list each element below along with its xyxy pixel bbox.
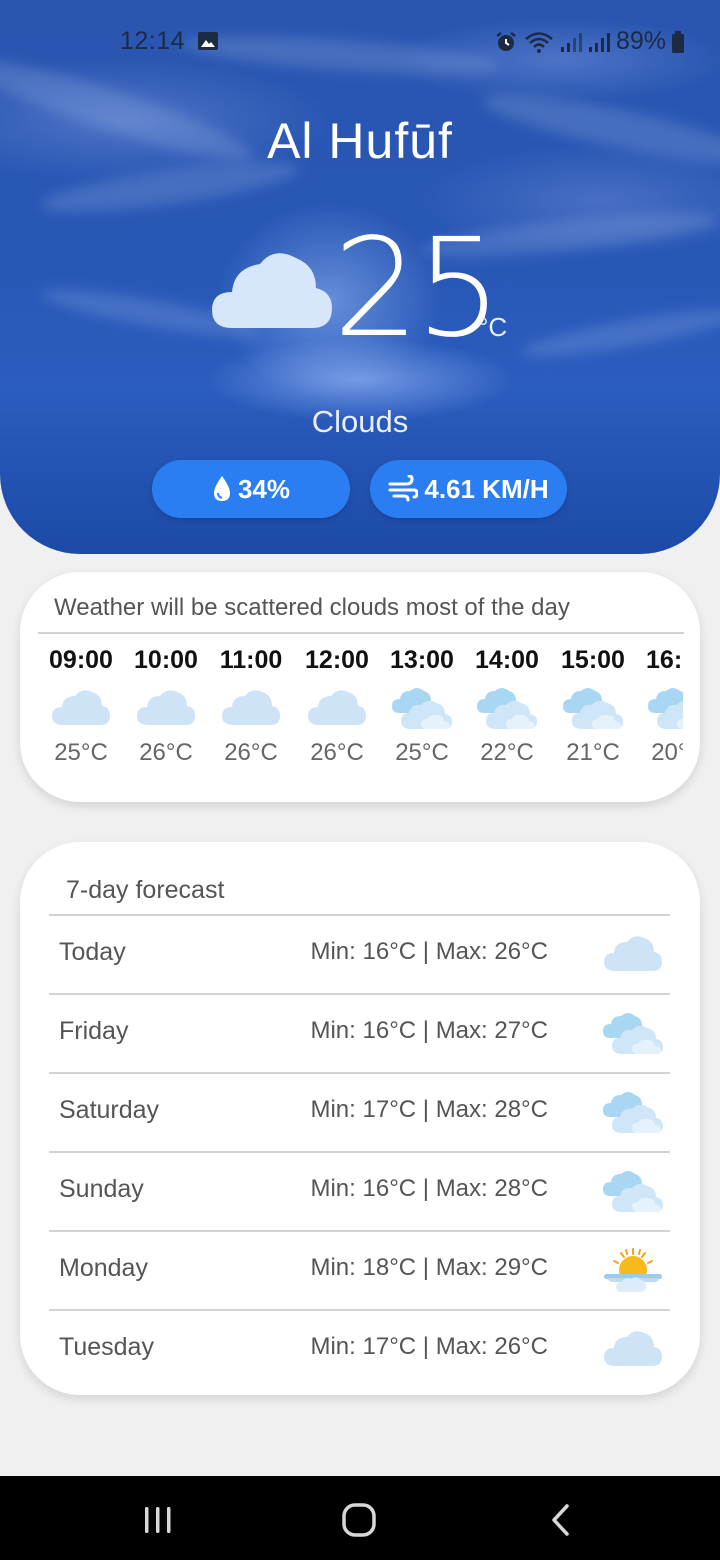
status-bar: 12:14 89%	[0, 24, 720, 60]
hour-item: 12:00 26°C	[294, 646, 380, 767]
forecast-min-max: Min: 16°C | Max: 26°C	[310, 938, 548, 965]
scattered-clouds-icon	[602, 1088, 664, 1136]
weather-condition: Clouds	[311, 404, 409, 439]
scattered-clouds-icon	[476, 685, 538, 731]
alarm-icon	[496, 31, 516, 51]
hour-temp: 25°C	[395, 739, 449, 766]
forecast-title: 7-day forecast	[66, 876, 225, 904]
temperature-unit: °C	[478, 312, 508, 342]
battery-percent: 89%	[615, 27, 666, 55]
cloud-icon	[306, 685, 368, 731]
seven-day-forecast-card: 7-day forecast Today Min: 16°C | Max: 26…	[20, 842, 700, 1395]
hour-item: 09:00 25°C	[38, 646, 124, 767]
signal-icon	[588, 32, 610, 52]
home-button[interactable]	[337, 1502, 381, 1538]
cloud-icon	[135, 685, 197, 731]
hour-temp: 26°C	[310, 739, 364, 766]
cloud-icon	[602, 1325, 664, 1373]
forecast-day: Today	[59, 938, 126, 966]
hour-temp: 20°C	[651, 739, 683, 766]
status-time: 12:14	[120, 27, 186, 55]
city-name: Al Hufūf	[267, 113, 453, 169]
forecast-row-saturday[interactable]: Saturday Min: 17°C | Max: 28°C	[49, 1072, 670, 1151]
forecast-day: Friday	[59, 1017, 129, 1045]
hour-temp: 21°C	[566, 739, 620, 766]
forecast-row-sunday[interactable]: Sunday Min: 16°C | Max: 28°C	[49, 1151, 670, 1230]
forecast-min-max: Min: 17°C | Max: 26°C	[310, 1333, 548, 1360]
cloud-icon	[50, 685, 112, 731]
scattered-clouds-icon	[562, 685, 624, 731]
forecast-min-max: Min: 16°C | Max: 28°C	[310, 1175, 548, 1202]
scattered-clouds-icon	[602, 1167, 664, 1215]
forecast-day: Saturday	[59, 1096, 160, 1124]
hour-item: 13:00 25°C	[379, 646, 465, 767]
forecast-list: Today Min: 16°C | Max: 26°C Friday Min: …	[49, 914, 670, 1388]
scattered-clouds-icon	[602, 1009, 664, 1057]
humidity-value: 34%	[237, 473, 291, 504]
hour-temp: 26°C	[224, 739, 278, 766]
hour-temp: 25°C	[54, 739, 108, 766]
hour-item: 14:00 22°C	[464, 646, 550, 767]
system-navigation-bar	[0, 1476, 720, 1560]
forecast-day: Tuesday	[59, 1333, 154, 1361]
forecast-row-monday[interactable]: Monday Min: 18°C | Max: 29°C	[49, 1230, 670, 1309]
current-temperature: 25	[333, 210, 502, 368]
hour-time: 11:00	[219, 646, 283, 674]
wind-icon	[388, 475, 419, 502]
hour-time: 14:00	[475, 646, 539, 674]
hourly-scroll-strip[interactable]: 09:00 25°C 10:00 26°C 11:00 26°C 12:00 2…	[38, 646, 683, 776]
forecast-row-today[interactable]: Today Min: 16°C | Max: 26°C	[49, 914, 670, 993]
scattered-clouds-icon	[391, 685, 453, 731]
wifi-icon	[525, 31, 553, 53]
hourly-forecast-card: Weather will be scattered clouds most of…	[20, 572, 700, 802]
forecast-day: Sunday	[59, 1175, 144, 1203]
current-weather-header: 12:14 89% Al Hufūf 25 °C Clouds 34% 4.61…	[0, 0, 720, 554]
cloud-icon	[602, 930, 664, 978]
image-icon	[198, 32, 218, 50]
cloud-icon	[220, 685, 282, 731]
wind-pill: 4.61 KM/H	[370, 460, 567, 518]
humidity-pill: 34%	[152, 460, 350, 518]
sun-cloud-icon	[602, 1246, 664, 1294]
forecast-day: Monday	[59, 1254, 148, 1282]
hour-item: 11:00 26°C	[208, 646, 294, 767]
cloud-icon	[212, 253, 332, 328]
forecast-min-max: Min: 17°C | Max: 28°C	[310, 1096, 548, 1123]
forecast-min-max: Min: 16°C | Max: 27°C	[310, 1017, 548, 1044]
hour-time: 13:00	[390, 646, 454, 674]
scattered-clouds-icon	[647, 685, 683, 731]
wind-value: 4.61 KM/H	[424, 473, 549, 504]
hour-temp: 22°C	[480, 739, 534, 766]
divider	[38, 632, 684, 634]
hour-temp: 26°C	[139, 739, 193, 766]
hour-time: 10:00	[134, 646, 198, 674]
recents-button[interactable]	[136, 1502, 180, 1538]
forecast-row-tuesday[interactable]: Tuesday Min: 17°C | Max: 26°C	[49, 1309, 670, 1388]
hour-item: 16:00 20°C	[635, 646, 683, 767]
hour-item: 15:00 21°C	[550, 646, 636, 767]
water-drop-icon	[213, 476, 230, 501]
forecast-row-friday[interactable]: Friday Min: 16°C | Max: 27°C	[49, 993, 670, 1072]
hour-time: 12:00	[305, 646, 369, 674]
hour-item: 10:00 26°C	[123, 646, 209, 767]
hour-time: 15:00	[561, 646, 625, 674]
battery-icon	[672, 30, 684, 53]
back-button[interactable]	[539, 1502, 583, 1538]
forecast-min-max: Min: 18°C | Max: 29°C	[310, 1254, 548, 1281]
hour-time: 16:00	[646, 646, 683, 674]
daily-summary: Weather will be scattered clouds most of…	[54, 594, 570, 621]
signal-icon	[560, 32, 582, 52]
hour-time: 09:00	[49, 646, 113, 674]
